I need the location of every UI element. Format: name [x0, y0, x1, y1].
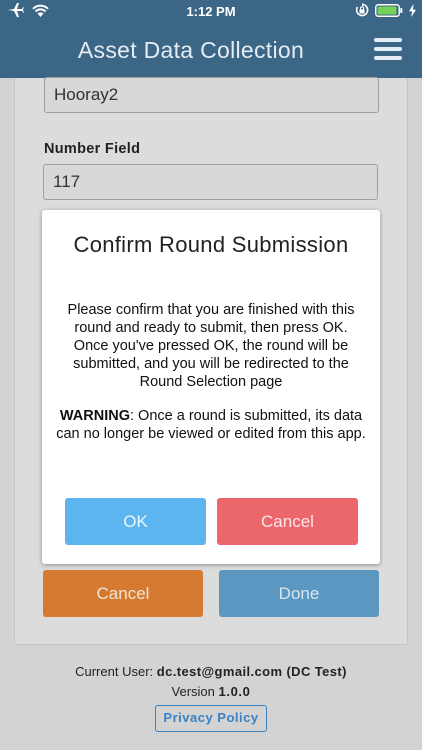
status-bar: 1:12 PM	[0, 0, 422, 22]
done-button[interactable]: Done	[219, 570, 379, 617]
dialog-message: Please confirm that you are finished wit…	[67, 302, 355, 390]
version-value: 1.0.0	[218, 684, 251, 699]
privacy-policy-button[interactable]: Privacy Policy	[155, 705, 267, 732]
warning-label: WARNING	[59, 408, 130, 424]
current-user-value: dc.test@gmail.com (DC Test)	[156, 664, 347, 679]
dialog-title: Confirm Round Submission	[73, 232, 349, 257]
version-label: Version	[171, 684, 215, 699]
app-title: Asset Data Collection	[77, 37, 305, 63]
status-bar-right	[355, 3, 416, 17]
orientation-lock-icon	[355, 3, 369, 17]
menu-bar-1	[374, 38, 402, 42]
dialog-warning: WARNING: Once a round is submitted, its …	[56, 407, 366, 443]
current-user: Current User: dc.test@gmail.com (DC Test…	[0, 664, 422, 679]
number-field-input[interactable]: 117	[43, 164, 378, 200]
ok-button[interactable]: OK	[65, 498, 206, 545]
confirm-dialog: Confirm Round Submission Please confirm …	[42, 210, 380, 564]
current-user-label: Current User:	[75, 664, 154, 679]
app-version: Version 1.0.0	[0, 684, 422, 699]
number-field-label: Number Field	[44, 141, 141, 157]
menu-bar-3	[374, 56, 402, 60]
form-cancel-button[interactable]: Cancel	[43, 570, 203, 617]
dialog-cancel-button[interactable]: Cancel	[217, 498, 358, 545]
hamburger-menu-icon[interactable]	[374, 38, 402, 62]
app-header: Asset Data Collection	[0, 22, 422, 78]
text-field[interactable]: Hooray2	[44, 77, 379, 113]
menu-bar-2	[374, 47, 402, 51]
charging-bolt-icon	[409, 3, 416, 17]
battery-icon	[375, 3, 403, 17]
